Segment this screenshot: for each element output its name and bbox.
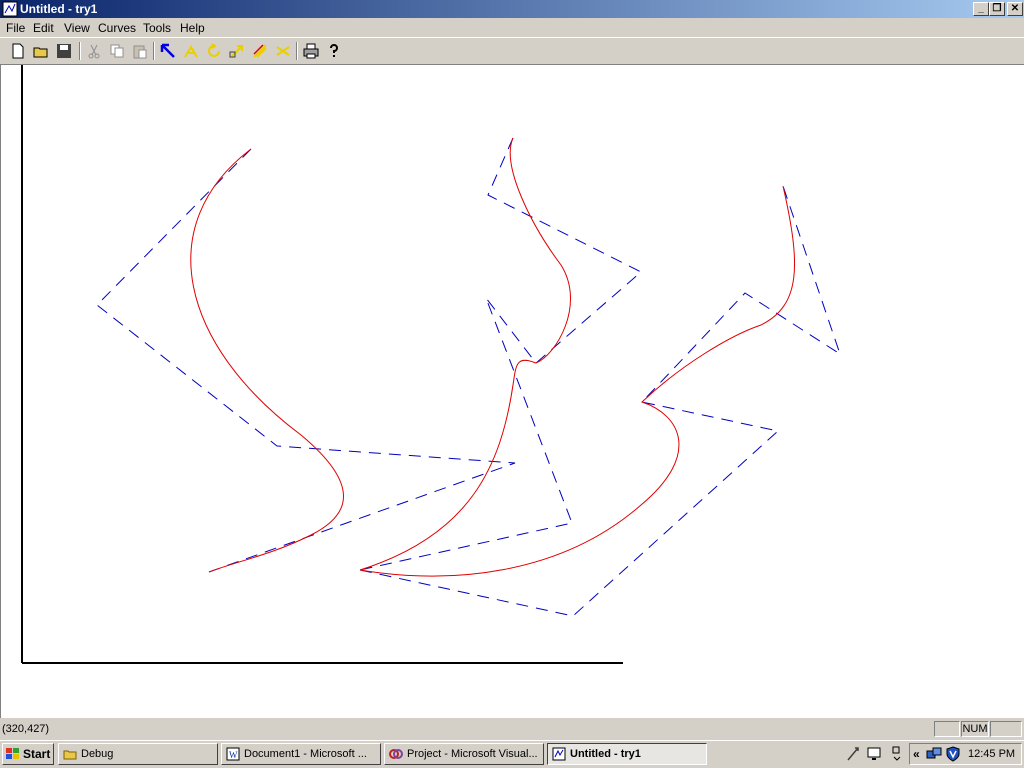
add-point-icon[interactable]: [180, 40, 202, 62]
taskbar-grip-icon[interactable]: [892, 746, 902, 762]
control-polygon[interactable]: [96, 148, 516, 573]
network-connection-icon[interactable]: [926, 746, 942, 762]
taskbar-item-label: Debug: [81, 748, 114, 760]
taskbar-item-document1[interactable]: W Document1 - Microsoft ...: [221, 743, 381, 765]
save-icon[interactable]: [53, 40, 75, 62]
taskbar-item-untitled-try1[interactable]: Untitled - try1: [547, 743, 707, 765]
new-icon[interactable]: [7, 40, 29, 62]
bezier-curve[interactable]: [190, 148, 344, 573]
select-arrow-icon[interactable]: [157, 40, 179, 62]
copy-icon[interactable]: [106, 40, 128, 62]
drawing-canvas[interactable]: [0, 64, 1024, 718]
taskbar: Start Debug W Document1 - Microsoft ... …: [0, 740, 1024, 768]
control-polygon[interactable]: [359, 137, 642, 571]
help-icon[interactable]: [323, 40, 345, 62]
toolbar: [0, 37, 1024, 65]
bezier-curve[interactable]: [359, 185, 796, 577]
status-pane-caps: [934, 721, 960, 737]
toolbar-separator: [296, 42, 298, 60]
minimize-button[interactable]: _: [973, 2, 989, 16]
menu-file[interactable]: File: [6, 21, 25, 35]
toolbar-separator: [79, 42, 81, 60]
status-coordinates: (320,427): [2, 723, 50, 735]
curve-canvas[interactable]: [1, 65, 1023, 717]
taskbar-item-label: Project - Microsoft Visual...: [407, 748, 538, 760]
status-pane-scrl: [990, 721, 1022, 737]
print-icon[interactable]: [300, 40, 322, 62]
system-tray: « 12:45 PM: [909, 743, 1022, 765]
monitor-icon[interactable]: [866, 746, 882, 762]
status-pane-num: NUM: [961, 721, 989, 737]
paste-icon[interactable]: [129, 40, 151, 62]
menu-tools[interactable]: Tools: [143, 21, 171, 35]
visual-studio-icon: [389, 749, 403, 759]
start-label: Start: [23, 747, 51, 761]
close-button[interactable]: ✕: [1007, 2, 1023, 16]
security-shield-icon[interactable]: [946, 746, 960, 762]
rotate-icon[interactable]: [203, 40, 225, 62]
restore-button[interactable]: ❐: [989, 2, 1005, 16]
svg-text:W: W: [229, 750, 238, 760]
bezier-curve[interactable]: [359, 137, 571, 571]
taskbar-item-debug[interactable]: Debug: [58, 743, 218, 765]
bezier-curves: [190, 137, 796, 577]
taskbar-item-project[interactable]: Project - Microsoft Visual...: [384, 743, 544, 765]
app-icon[interactable]: [2, 1, 18, 17]
menu-bar: File Edit View Curves Tools Help: [0, 18, 1024, 37]
delete-icon[interactable]: [272, 40, 294, 62]
folder-icon: [63, 750, 77, 760]
tray-expand-icon[interactable]: «: [913, 747, 920, 761]
menu-curves[interactable]: Curves: [98, 21, 136, 35]
control-polygons: [96, 137, 841, 617]
word-icon: W: [226, 747, 240, 761]
clock[interactable]: 12:45 PM: [968, 748, 1015, 760]
app-icon: [552, 747, 566, 761]
control-polygon[interactable]: [359, 185, 841, 617]
taskbar-item-label: Untitled - try1: [570, 748, 641, 760]
network-icon[interactable]: [845, 746, 861, 762]
windows-logo-icon: [6, 748, 19, 759]
open-icon[interactable]: [30, 40, 52, 62]
scale-icon[interactable]: [226, 40, 248, 62]
draw-curve-icon[interactable]: [249, 40, 271, 62]
status-bar: (320,427) NUM: [0, 719, 1024, 739]
menu-edit[interactable]: Edit: [33, 21, 54, 35]
taskbar-item-label: Document1 - Microsoft ...: [244, 748, 367, 760]
window-title: Untitled - try1: [20, 2, 98, 16]
start-button[interactable]: Start: [2, 743, 54, 765]
toolbar-separator: [153, 42, 155, 60]
menu-view[interactable]: View: [64, 21, 90, 35]
title-bar: Untitled - try1 _ ❐ ✕: [0, 0, 1024, 18]
cut-icon[interactable]: [83, 40, 105, 62]
menu-help[interactable]: Help: [180, 21, 205, 35]
